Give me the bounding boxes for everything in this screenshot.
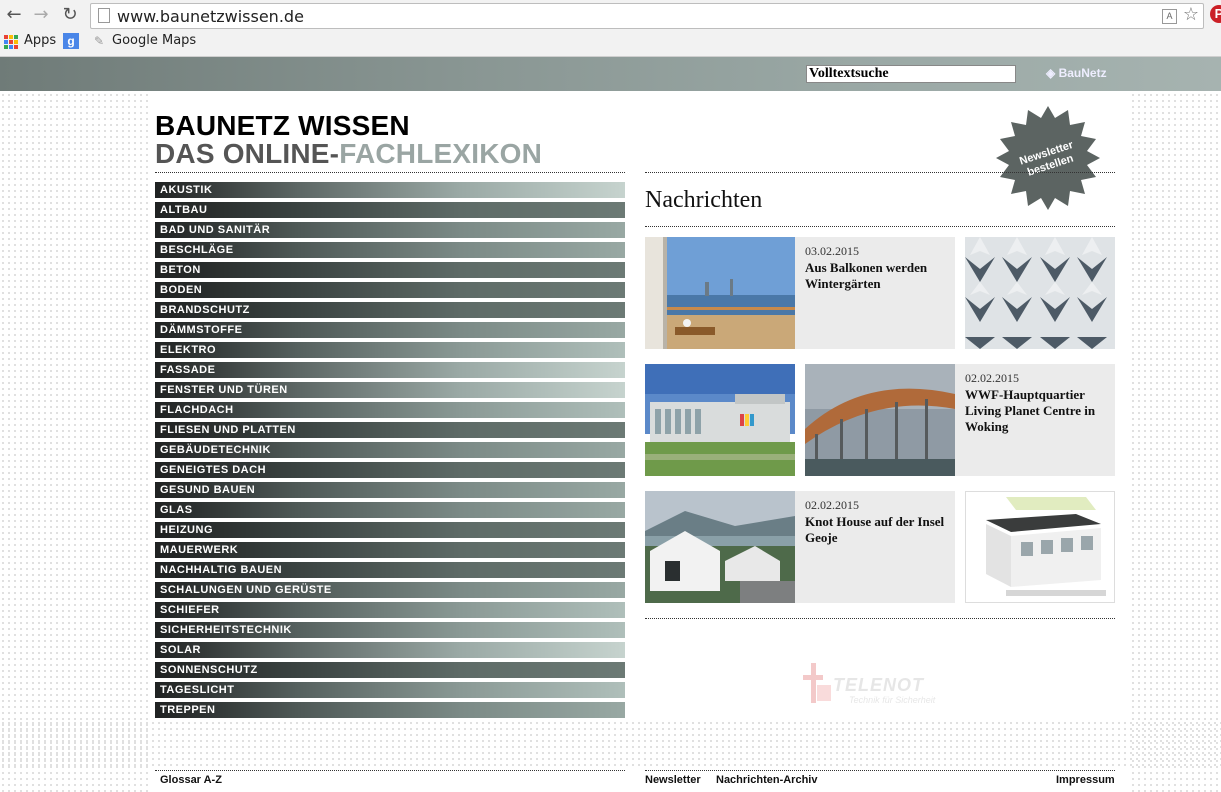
telenot-tagline: Technik für Sicherheit bbox=[849, 695, 936, 705]
bookmark-star-icon[interactable]: ☆ bbox=[1183, 4, 1199, 25]
newsletter-badge[interactable]: Newsletter bestellen bbox=[996, 106, 1100, 210]
nav-item-fassade[interactable]: FASSADE bbox=[155, 362, 625, 378]
divider bbox=[155, 770, 625, 771]
bookmark-apps[interactable]: Apps bbox=[24, 33, 56, 48]
nav-item-heizung[interactable]: HEIZUNG bbox=[155, 522, 625, 538]
news-item-2[interactable]: 02.02.2015 WWF-Hauptquartier Living Plan… bbox=[955, 364, 1115, 476]
news-image-balcony[interactable] bbox=[645, 237, 795, 349]
forward-arrow-icon[interactable]: → bbox=[31, 5, 51, 25]
nav-item-sonnenschutz[interactable]: SONNENSCHUTZ bbox=[155, 662, 625, 678]
news-image-building-colorful[interactable] bbox=[645, 364, 795, 476]
telenot-logo-icon bbox=[803, 663, 831, 703]
page-icon bbox=[98, 8, 110, 23]
apps-grid-icon[interactable] bbox=[4, 35, 18, 49]
url-text: www.baunetzwissen.de bbox=[117, 7, 304, 26]
nav-item-mauerwerk[interactable]: MAUERWERK bbox=[155, 542, 625, 558]
divider bbox=[645, 618, 1115, 619]
logo-cube-icon: ◈ bbox=[1046, 66, 1059, 80]
news-image-house-model[interactable] bbox=[965, 491, 1115, 603]
telenot-ad[interactable]: TELENOT Technik für Sicherheit bbox=[803, 663, 935, 710]
bookmark-google-maps[interactable]: Google Maps bbox=[112, 33, 196, 48]
news-image-wwf-headquarters[interactable] bbox=[805, 364, 955, 476]
nav-item-beton[interactable]: BETON bbox=[155, 262, 625, 278]
news-heading: Nachrichten bbox=[645, 187, 763, 213]
dotted-background-left bbox=[0, 92, 150, 792]
news-image-knot-house[interactable] bbox=[645, 491, 795, 603]
divider bbox=[155, 172, 625, 173]
fulltext-search-input[interactable] bbox=[806, 65, 1016, 83]
news-item-1[interactable]: 03.02.2015 Aus Balkonen werden Wintergär… bbox=[795, 237, 955, 349]
news-date: 02.02.2015 bbox=[805, 498, 859, 512]
nav-item-tageslicht[interactable]: TAGESLICHT bbox=[155, 682, 625, 698]
divider bbox=[645, 172, 1115, 173]
nav-item-gebaeudetechnik[interactable]: GEBÄUDETECHNIK bbox=[155, 442, 625, 458]
nav-item-schiefer[interactable]: SCHIEFER bbox=[155, 602, 625, 618]
telenot-name: TELENOT bbox=[833, 675, 924, 695]
nav-item-boden[interactable]: BODEN bbox=[155, 282, 625, 298]
nav-item-geneigtes-dach[interactable]: GENEIGTES DACH bbox=[155, 462, 625, 478]
nav-item-glas[interactable]: GLAS bbox=[155, 502, 625, 518]
divider bbox=[645, 770, 1115, 771]
maps-icon: ✎ bbox=[94, 34, 105, 48]
news-image-facade-pattern[interactable] bbox=[965, 237, 1115, 349]
footer-glossar-link[interactable]: Glossar A-Z bbox=[160, 774, 222, 786]
google-bookmark-icon[interactable]: g bbox=[63, 33, 79, 49]
nav-item-elektro[interactable]: ELEKTRO bbox=[155, 342, 625, 358]
news-item-3[interactable]: 02.02.2015 Knot House auf der Insel Geoj… bbox=[795, 491, 955, 603]
nav-item-fliesen-und-platten[interactable]: FLIESEN UND PLATTEN bbox=[155, 422, 625, 438]
category-nav: AKUSTIK ALTBAU BAD UND SANITÄR BESCHLÄGE… bbox=[155, 182, 625, 722]
nav-item-daemmstoffe[interactable]: DÄMMSTOFFE bbox=[155, 322, 625, 338]
nav-item-brandschutz[interactable]: BRANDSCHUTZ bbox=[155, 302, 625, 318]
nav-item-fenster-und-tueren[interactable]: FENSTER UND TÜREN bbox=[155, 382, 625, 398]
nav-item-gesund-bauen[interactable]: GESUND BAUEN bbox=[155, 482, 625, 498]
news-headline[interactable]: Aus Balkonen werden Wintergärten bbox=[805, 260, 945, 292]
nav-item-solar[interactable]: SOLAR bbox=[155, 642, 625, 658]
news-date: 03.02.2015 bbox=[805, 244, 859, 258]
divider bbox=[645, 226, 1115, 227]
address-bar[interactable]: www.baunetzwissen.de A ☆ bbox=[90, 3, 1204, 29]
browser-chrome: ← → ↻ www.baunetzwissen.de A ☆ P Apps g … bbox=[0, 0, 1221, 57]
nav-item-bad-und-sanitaer[interactable]: BAD UND SANITÄR bbox=[155, 222, 625, 238]
footer-impressum-link[interactable]: Impressum bbox=[1056, 774, 1115, 786]
site-subtitle: DAS ONLINE-FACHLEXIKON bbox=[155, 138, 543, 169]
footer-newsletter-link[interactable]: Newsletter bbox=[645, 774, 701, 786]
nav-item-beschlaege[interactable]: BESCHLÄGE bbox=[155, 242, 625, 258]
nav-item-altbau[interactable]: ALTBAU bbox=[155, 202, 625, 218]
nav-item-flachdach[interactable]: FLACHDACH bbox=[155, 402, 625, 418]
translate-icon[interactable]: A bbox=[1162, 9, 1177, 24]
reload-icon[interactable]: ↻ bbox=[60, 5, 80, 25]
baunetz-logo[interactable]: ◈ BauNetz bbox=[1046, 66, 1107, 80]
footer-archiv-link[interactable]: Nachrichten-Archiv bbox=[716, 774, 817, 786]
nav-item-akustik[interactable]: AKUSTIK bbox=[155, 182, 625, 198]
nav-item-nachhaltig-bauen[interactable]: NACHHALTIG BAUEN bbox=[155, 562, 625, 578]
back-arrow-icon[interactable]: ← bbox=[4, 5, 24, 25]
nav-item-schalungen-und-gerueste[interactable]: SCHALUNGEN UND GERÜSTE bbox=[155, 582, 625, 598]
pinterest-icon[interactable]: P bbox=[1210, 5, 1221, 23]
site-header-bar: ◈ BauNetz bbox=[0, 57, 1221, 91]
nav-item-treppen[interactable]: TREPPEN bbox=[155, 702, 625, 718]
news-date: 02.02.2015 bbox=[965, 371, 1019, 385]
dotted-background-bottom bbox=[0, 720, 1221, 770]
news-headline[interactable]: WWF-Hauptquartier Living Planet Centre i… bbox=[965, 387, 1105, 435]
news-headline[interactable]: Knot House auf der Insel Geoje bbox=[805, 514, 945, 546]
nav-item-sicherheitstechnik[interactable]: SICHERHEITSTECHNIK bbox=[155, 622, 625, 638]
dotted-background-right bbox=[1130, 92, 1221, 792]
